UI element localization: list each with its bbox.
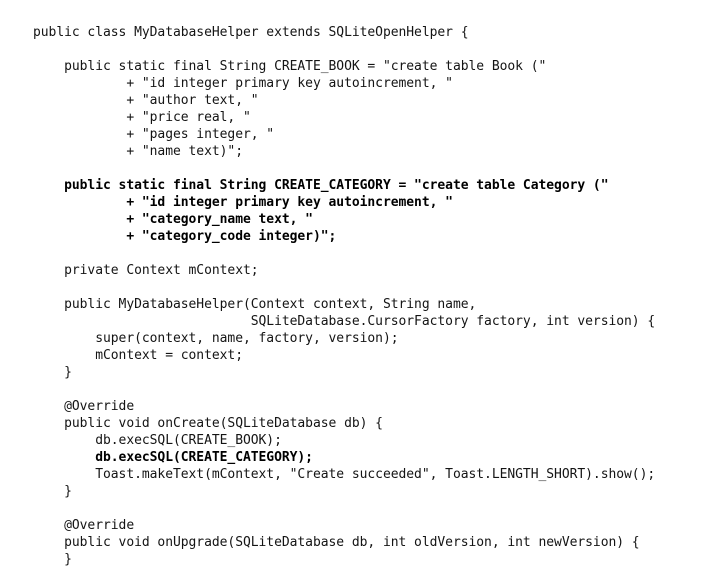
code-line: + "category_name text, " — [33, 212, 313, 227]
code-line: } — [33, 484, 72, 499]
code-line: mContext = context; — [33, 348, 243, 363]
code-line: public void onUpgrade(SQLiteDatabase db,… — [33, 535, 640, 550]
java-code-listing: public class MyDatabaseHelper extends SQ… — [33, 24, 655, 586]
code-line: } — [33, 552, 72, 567]
code-line: db.execSQL(CREATE_BOOK); — [33, 433, 282, 448]
code-line: } — [33, 365, 72, 380]
code-line: public class MyDatabaseHelper extends SQ… — [33, 25, 469, 40]
code-line: Toast.makeText(mContext, "Create succeed… — [33, 467, 656, 482]
code-line: private Context mContext; — [33, 263, 259, 278]
code-line: + "price real, " — [33, 110, 251, 125]
code-line: + "name text)"; — [33, 144, 243, 159]
code-line: + "id integer primary key autoincrement,… — [33, 76, 453, 91]
code-line: public void onCreate(SQLiteDatabase db) … — [33, 416, 383, 431]
code-line: public MyDatabaseHelper(Context context,… — [33, 297, 477, 312]
code-screenshot-page: public class MyDatabaseHelper extends SQ… — [0, 0, 714, 586]
code-line: + "id integer primary key autoincrement,… — [33, 195, 453, 210]
code-line: db.execSQL(CREATE_CATEGORY); — [33, 450, 313, 465]
code-line: super(context, name, factory, version); — [33, 331, 399, 346]
code-line: + "pages integer, " — [33, 127, 275, 142]
code-line: public static final String CREATE_CATEGO… — [33, 178, 609, 193]
code-line: public static final String CREATE_BOOK =… — [33, 59, 547, 74]
code-line: + "author text, " — [33, 93, 259, 108]
code-line: @Override — [33, 518, 135, 533]
code-line: SQLiteDatabase.CursorFactory factory, in… — [33, 314, 656, 329]
code-line: + "category_code integer)"; — [33, 229, 337, 244]
code-line: @Override — [33, 399, 135, 414]
